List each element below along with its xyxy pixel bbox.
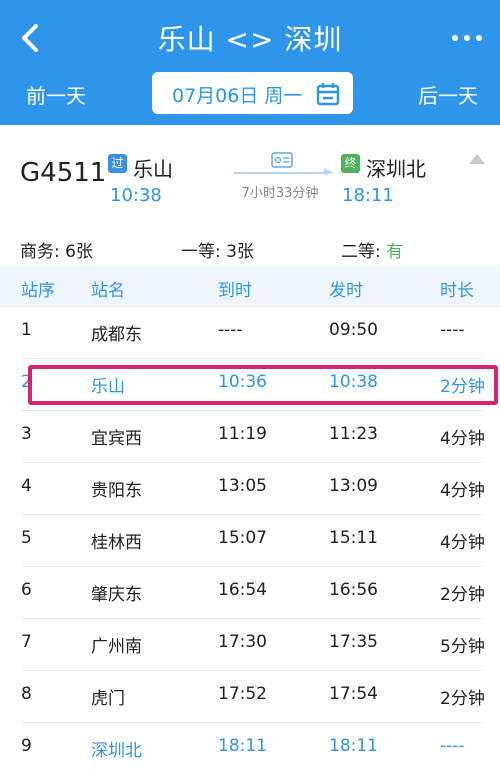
cell-stop-duration: ---- [440,736,465,756]
cell-stop-duration: ---- [440,320,465,340]
highlight-box [28,365,498,405]
cell-arrival: ---- [218,320,243,340]
cell-departure: 15:11 [329,528,378,548]
cell-departure: 16:56 [329,580,378,600]
cell-departure: 17:35 [329,632,378,652]
cell-stop-duration: 2分钟 [440,585,485,605]
cell-station: 宜宾西 [91,429,142,449]
calendar-icon [316,83,340,106]
departure-time: 10:38 [110,185,162,206]
terminal-badge: 终 [341,154,360,173]
business-seat-info: 商务: 6张 [20,242,93,262]
column-header-departure: 发时 [329,281,363,301]
cell-arrival: 17:52 [218,684,267,704]
more-options-icon[interactable] [450,28,484,48]
cell-station: 成都东 [91,325,142,345]
collapse-icon[interactable] [468,153,486,165]
column-header-seq: 站序 [21,281,55,301]
second-class-seat-info: 二等: 有 [341,242,404,262]
table-row[interactable]: 4 贵阳东 13:05 13:09 4分钟 [0,463,500,515]
train-number: G4511 [20,158,107,188]
date-selector[interactable]: 07月06日 周一 [152,72,353,114]
cell-stop-duration: 2分钟 [440,689,485,709]
cell-departure: 17:54 [329,684,378,704]
arrival-station: 深圳北 [366,157,426,181]
table-row[interactable]: 1 成都东 ---- 09:50 ---- [0,307,500,359]
cell-stop-duration: 4分钟 [440,481,485,501]
travel-duration: 7小时33分钟 [241,186,319,201]
cell-seq: 9 [21,736,32,756]
cell-arrival: 18:11 [218,736,267,756]
route-arrow-icon [234,152,334,175]
table-row[interactable]: 8 虎门 17:52 17:54 2分钟 [0,671,500,723]
column-header-station: 站名 [91,281,125,301]
cell-seq: 3 [21,424,32,444]
app-header: 乐山 <> 深圳 前一天 07月06日 周一 后一天 [0,0,500,125]
cell-seq: 1 [21,320,32,340]
back-arrow-icon[interactable] [16,20,46,56]
column-header-arrival: 到时 [218,281,252,301]
stop-table-header: 站序 站名 到时 发时 时长 [0,266,500,307]
table-row[interactable]: 3 宜宾西 11:19 11:23 4分钟 [0,411,500,463]
cell-stop-duration: 5分钟 [440,637,485,657]
departure-station: 乐山 [133,157,173,181]
pass-badge: 过 [108,154,127,173]
cell-station: 虎门 [91,689,125,709]
table-row[interactable]: 5 桂林西 15:07 15:11 4分钟 [0,515,500,567]
cell-arrival: 16:54 [218,580,267,600]
cell-arrival: 11:19 [218,424,267,444]
cell-departure: 13:09 [329,476,378,496]
page-title: 乐山 <> 深圳 [157,23,343,56]
cell-seq: 5 [21,528,32,548]
cell-seq: 7 [21,632,32,652]
cell-departure: 09:50 [329,320,378,340]
train-summary-card: G4511 过 乐山 10:38 7小时33分钟 终 深圳北 18:11 商务:… [0,125,500,265]
cell-seq: 4 [21,476,32,496]
first-class-seat-info: 一等: 3张 [181,242,254,262]
column-header-stop-duration: 时长 [440,281,474,301]
date-label: 07月06日 周一 [172,85,303,107]
cell-station: 桂林西 [91,533,142,553]
cell-station: 深圳北 [91,741,142,761]
table-row[interactable]: 6 肇庆东 16:54 16:56 2分钟 [0,567,500,619]
cell-seq: 6 [21,580,32,600]
cell-arrival: 17:30 [218,632,267,652]
cell-station: 贵阳东 [91,481,142,501]
cell-station: 广州南 [91,637,142,657]
cell-departure: 18:11 [329,736,378,756]
cell-stop-duration: 4分钟 [440,533,485,553]
arrival-time: 18:11 [342,185,394,206]
cell-departure: 11:23 [329,424,378,444]
prev-day-button[interactable]: 前一天 [26,80,86,109]
cell-arrival: 13:05 [218,476,267,496]
cell-station: 肇庆东 [91,585,142,605]
table-row[interactable]: 7 广州南 17:30 17:35 5分钟 [0,619,500,671]
cell-stop-duration: 4分钟 [440,429,485,449]
cell-arrival: 15:07 [218,528,267,548]
table-row[interactable]: 9 深圳北 18:11 18:11 ---- [0,723,500,769]
cell-seq: 8 [21,684,32,704]
next-day-button[interactable]: 后一天 [418,80,478,109]
